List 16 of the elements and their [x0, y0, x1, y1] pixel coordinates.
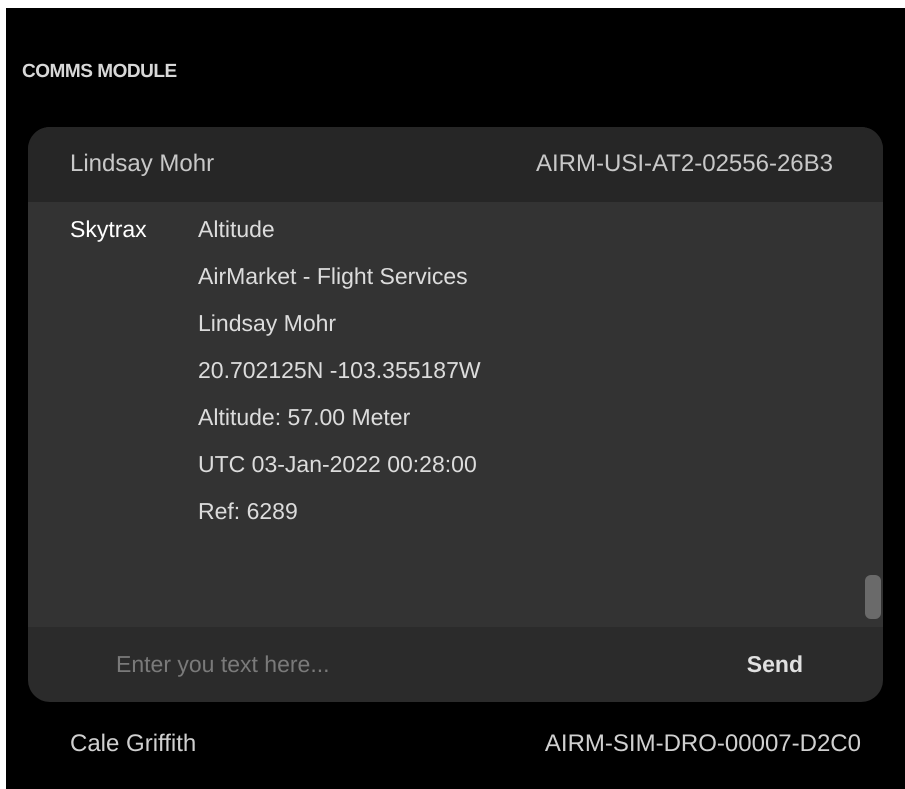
message-sender: Skytrax	[69, 214, 148, 244]
contact-name: Lindsay Mohr	[70, 149, 214, 179]
message-line: UTC 03-Jan-2022 00:28:00	[198, 450, 478, 478]
message-line: Altitude: 57.00 Meter	[198, 402, 412, 432]
send-button[interactable]: Send	[746, 646, 803, 682]
message-input[interactable]: Enter you text here...	[70, 646, 520, 682]
scrollbar-thumb[interactable]	[865, 574, 881, 618]
message-line: AirMarket - Flight Services	[198, 262, 469, 291]
message-line: Lindsay Mohr	[198, 308, 338, 338]
contact-id: AIRM-USI-AT2-02556-26B3	[536, 149, 833, 179]
message-line: Altitude	[198, 214, 276, 244]
message-line: Ref: 6289	[198, 496, 299, 526]
panel-title: COMMS MODULE	[22, 60, 178, 84]
message-line: 20.702125N -103.355187W	[198, 356, 481, 384]
contact-id: AIRM-SIM-DRO-00007-D2C0	[544, 729, 861, 759]
contact-name[interactable]: Cale Griffith	[70, 726, 196, 762]
